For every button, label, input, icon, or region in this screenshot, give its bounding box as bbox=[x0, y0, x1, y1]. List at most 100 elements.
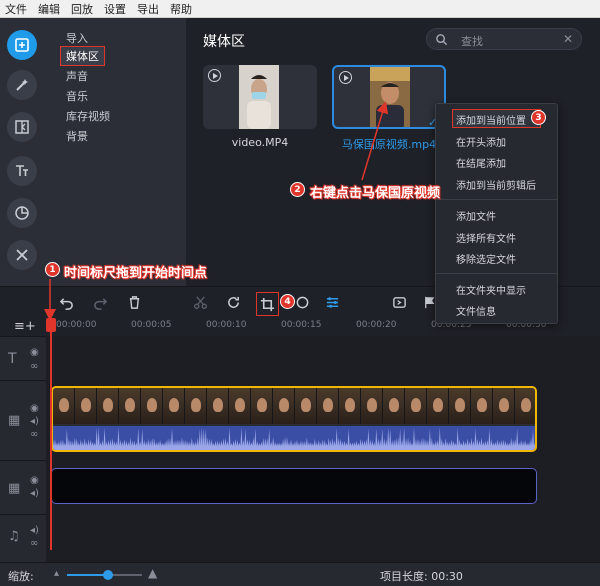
clip-frame bbox=[471, 388, 493, 424]
redo-icon[interactable] bbox=[92, 294, 108, 310]
clip-frame bbox=[163, 388, 185, 424]
search-input[interactable]: 查找 ✕ bbox=[426, 28, 582, 50]
category-background[interactable]: 背景 bbox=[66, 128, 88, 144]
menu-add-files[interactable]: 添加文件 bbox=[456, 208, 496, 223]
clip-frame bbox=[493, 388, 515, 424]
color-adjust-icon[interactable] bbox=[294, 294, 310, 310]
video-track-icon: ▦ bbox=[8, 481, 21, 496]
video-thumbnail bbox=[239, 65, 279, 129]
video-clip[interactable] bbox=[51, 386, 537, 452]
menu-file[interactable]: 文件 bbox=[5, 1, 27, 17]
clip-frame bbox=[405, 388, 427, 424]
clip-frame bbox=[361, 388, 383, 424]
clip-frame bbox=[383, 388, 405, 424]
clip-frame bbox=[119, 388, 141, 424]
stickers-icon[interactable] bbox=[7, 198, 37, 228]
clip-frame bbox=[53, 388, 75, 424]
clip-frame bbox=[251, 388, 273, 424]
zoom-label: 缩放: bbox=[8, 570, 34, 583]
undo-icon[interactable] bbox=[58, 294, 74, 310]
eye-icon[interactable]: ◉ bbox=[30, 475, 39, 486]
menu-select-all[interactable]: 选择所有文件 bbox=[456, 230, 516, 245]
category-music[interactable]: 音乐 bbox=[66, 88, 88, 104]
clip-frame bbox=[75, 388, 97, 424]
rotate-icon[interactable] bbox=[225, 294, 241, 310]
link-icon[interactable]: ∞ bbox=[30, 361, 38, 372]
zoom-slider-knob[interactable] bbox=[103, 570, 114, 580]
overlay-track-clip[interactable] bbox=[51, 468, 537, 504]
media-overlay-icon[interactable] bbox=[391, 294, 407, 310]
ruler-tick: 00:00:10 bbox=[206, 320, 247, 330]
play-icon bbox=[208, 69, 221, 82]
project-length: 项目长度: 00:30 bbox=[380, 568, 463, 584]
play-icon bbox=[339, 71, 352, 84]
transition-icon[interactable] bbox=[7, 112, 37, 142]
ruler-tick: 00:00:00 bbox=[56, 320, 97, 330]
clip-frame bbox=[317, 388, 339, 424]
audio-waveform bbox=[53, 426, 535, 450]
magic-wand-icon[interactable] bbox=[7, 70, 37, 100]
delete-icon[interactable] bbox=[126, 294, 142, 310]
menu-playback[interactable]: 回放 bbox=[71, 1, 93, 17]
clip-frame bbox=[185, 388, 207, 424]
ruler-tick: 00:00:05 bbox=[131, 320, 172, 330]
speaker-icon[interactable]: ◂) bbox=[30, 416, 39, 427]
step-note-2: 右键点击马保国原视频 bbox=[310, 186, 441, 201]
category-sound[interactable]: 声音 bbox=[66, 68, 88, 84]
playhead-handle[interactable] bbox=[46, 318, 56, 332]
menu-file-info[interactable]: 文件信息 bbox=[456, 303, 496, 318]
eye-icon[interactable]: ◉ bbox=[30, 403, 39, 414]
cut-icon[interactable] bbox=[192, 294, 208, 310]
title-track-header: T ◉ ∞ bbox=[0, 336, 46, 380]
media-title: 媒体区 bbox=[203, 34, 245, 50]
import-icon[interactable] bbox=[7, 30, 37, 60]
search-placeholder: 查找 bbox=[461, 35, 483, 48]
clip-frame bbox=[295, 388, 317, 424]
clip-frame bbox=[141, 388, 163, 424]
category-panel: 导入 媒体区 声音 音乐 库存视频 背景 bbox=[46, 18, 186, 286]
clip-properties-icon[interactable] bbox=[324, 294, 340, 310]
media-caption-video: video.MP4 bbox=[231, 136, 289, 149]
speaker-icon[interactable]: ◂) bbox=[30, 488, 39, 499]
step-badge-3: 3 bbox=[531, 110, 546, 125]
zoom-out-icon[interactable]: ▴ bbox=[54, 568, 59, 579]
category-import[interactable]: 导入 bbox=[66, 30, 88, 46]
playhead[interactable] bbox=[50, 320, 52, 550]
tools-icon[interactable] bbox=[7, 240, 37, 270]
eye-icon[interactable]: ◉ bbox=[30, 347, 39, 358]
step-badge-4: 4 bbox=[280, 294, 295, 309]
clip-frame bbox=[207, 388, 229, 424]
category-stock-video[interactable]: 库存视频 bbox=[66, 108, 110, 124]
menu-edit[interactable]: 编辑 bbox=[38, 1, 60, 17]
zoom-in-icon[interactable]: ▲ bbox=[148, 566, 157, 580]
menu-show-in-folder[interactable]: 在文件夹中显示 bbox=[456, 282, 526, 297]
menu-add-at-end[interactable]: 在结尾添加 bbox=[456, 155, 506, 170]
menu-help[interactable]: 帮助 bbox=[170, 1, 192, 17]
text-track-icon: T bbox=[8, 351, 17, 367]
media-item-video[interactable] bbox=[203, 65, 317, 129]
clip-frame bbox=[229, 388, 251, 424]
add-track-area: ≡+ bbox=[0, 316, 46, 336]
step-note-1: 时间标尺拖到开始时间点 bbox=[64, 266, 208, 281]
clip-frame bbox=[339, 388, 361, 424]
link-icon[interactable]: ∞ bbox=[30, 538, 38, 549]
clip-frame bbox=[515, 388, 535, 424]
tool-rail bbox=[0, 18, 46, 286]
speaker-icon[interactable]: ◂) bbox=[30, 525, 39, 536]
menu-remove-selected[interactable]: 移除选定文件 bbox=[456, 251, 516, 266]
menu-settings[interactable]: 设置 bbox=[104, 1, 126, 17]
context-menu: 添加到当前位置 在开头添加 在结尾添加 添加到当前剪辑后 添加文件 选择所有文件… bbox=[435, 103, 558, 324]
add-track-icon[interactable]: ≡+ bbox=[14, 319, 36, 334]
menu-add-at-start[interactable]: 在开头添加 bbox=[456, 134, 506, 149]
clear-search-icon[interactable]: ✕ bbox=[563, 32, 573, 46]
titles-icon[interactable] bbox=[7, 156, 37, 186]
clip-frame bbox=[427, 388, 449, 424]
menu-add-after-clip[interactable]: 添加到当前剪辑后 bbox=[456, 177, 536, 192]
menu-divider bbox=[436, 199, 557, 200]
step-badge-2: 2 bbox=[290, 182, 305, 197]
menu-export[interactable]: 导出 bbox=[137, 1, 159, 17]
link-icon[interactable]: ∞ bbox=[30, 429, 38, 440]
menu-add-at-current[interactable]: 添加到当前位置 bbox=[456, 112, 526, 127]
step-badge-1: 1 bbox=[45, 262, 60, 277]
category-media[interactable]: 媒体区 bbox=[60, 46, 105, 66]
